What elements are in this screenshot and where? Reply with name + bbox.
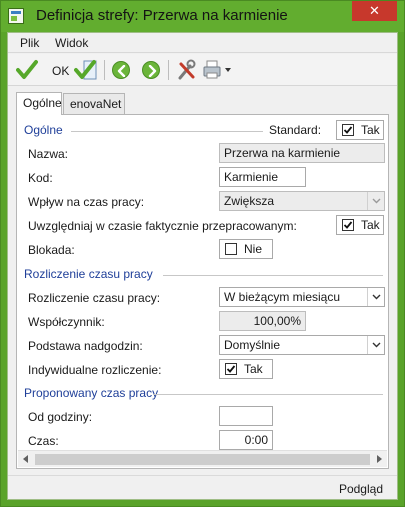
rozliczenie-select[interactable]: W bieżącym miesiącu <box>219 287 385 307</box>
app-window: Definicja strefy: Przerwa na karmienie ✕… <box>0 0 405 507</box>
status-bar: Podgląd <box>8 475 397 499</box>
back-arrow-icon <box>117 65 126 77</box>
blokada-label: Blokada: <box>28 243 75 257</box>
section-divider <box>71 131 263 132</box>
rozliczenie-label: Rozliczenie czasu pracy: <box>28 291 161 305</box>
check-document-icon <box>74 60 97 80</box>
scroll-left-icon[interactable] <box>23 455 29 463</box>
kod-label: Kod: <box>28 171 53 185</box>
scroll-right-icon[interactable] <box>376 455 382 463</box>
menu-bar: Plik Widok <box>8 33 397 53</box>
standard-checkbox[interactable]: Tak <box>336 120 384 140</box>
close-button[interactable]: ✕ <box>352 1 397 21</box>
section-divider <box>153 394 383 395</box>
checkbox-box <box>225 243 237 255</box>
wplyw-label: Wpływ na czas pracy: <box>28 195 145 209</box>
section-divider <box>163 275 383 276</box>
nazwa-label: Nazwa: <box>28 147 69 161</box>
nazwa-field[interactable]: Przerwa na karmienie <box>219 143 385 163</box>
status-preview[interactable]: Podgląd <box>339 482 383 496</box>
checkbox-box <box>342 219 354 231</box>
title-bar[interactable]: Definicja strefy: Przerwa na karmienie ✕ <box>1 1 404 32</box>
forward-arrow-icon <box>148 65 157 77</box>
podstawa-select[interactable]: Domyślnie <box>219 335 385 355</box>
app-window-icon[interactable] <box>8 8 24 24</box>
checkbox-box <box>342 124 354 136</box>
kod-field[interactable]: Karmienie <box>219 167 306 187</box>
print-button[interactable] <box>202 58 234 82</box>
blokada-checkbox[interactable]: Nie <box>219 239 273 259</box>
forward-button[interactable] <box>142 61 160 79</box>
chevron-down-icon[interactable] <box>367 336 384 354</box>
chevron-down-icon[interactable] <box>367 288 384 306</box>
chevron-down-icon[interactable] <box>367 192 384 210</box>
save-close-button[interactable] <box>74 58 98 82</box>
green-check-icon <box>16 60 38 79</box>
czas-label: Czas: <box>28 434 59 448</box>
tab-ogolne[interactable]: Ogólne <box>16 92 62 115</box>
od-godziny-label: Od godziny: <box>28 410 93 424</box>
check-mark-icon <box>343 126 353 134</box>
check-mark-icon <box>226 365 236 373</box>
czas-field[interactable]: 0:00 <box>219 430 273 450</box>
uwzgledniaj-label: Uwzględniaj w czasie faktycznie przeprac… <box>28 219 297 233</box>
od-godziny-field[interactable] <box>219 406 273 426</box>
menu-plik[interactable]: Plik <box>20 36 39 50</box>
menu-widok[interactable]: Widok <box>55 36 88 50</box>
back-button[interactable] <box>112 61 130 79</box>
indywidualne-checkbox[interactable]: Tak <box>219 359 273 379</box>
check-mark-icon <box>343 221 353 229</box>
standard-label: Standard: <box>269 123 322 137</box>
wplyw-select[interactable]: Zwiększa <box>219 191 385 211</box>
section-title-general: Ogólne <box>24 123 63 137</box>
printer-icon <box>203 60 231 79</box>
ok-button[interactable] <box>16 58 38 82</box>
indywidualne-label: Indywidualne rozliczenie: <box>28 363 162 377</box>
tools-button[interactable] <box>176 58 198 82</box>
section-title-proposed: Proponowany czas pracy <box>24 386 159 400</box>
toolbar: OK <box>8 54 397 86</box>
podstawa-label: Podstawa nadgodzin: <box>28 339 143 353</box>
scrollbar-thumb[interactable] <box>35 454 370 465</box>
tools-icon <box>178 59 196 80</box>
checkbox-box <box>225 363 237 375</box>
horizontal-scrollbar[interactable] <box>18 450 387 467</box>
section-title-settlement: Rozliczenie czasu pracy <box>24 267 153 281</box>
toolbar-separator <box>168 60 169 80</box>
tab-panel-ogolne: Ogólne Standard: Tak Nazwa: Przerwa na k… <box>16 114 389 469</box>
tab-enovanet[interactable]: enovaNet <box>63 93 125 115</box>
toolbar-separator <box>104 60 105 80</box>
wspolczynnik-field[interactable]: 100,00% <box>219 311 306 331</box>
wspolczynnik-label: Współczynnik: <box>28 315 105 329</box>
ok-label[interactable]: OK <box>52 64 69 78</box>
window-title: Definicja strefy: Przerwa na karmienie <box>36 7 288 24</box>
uwzgledniaj-checkbox[interactable]: Tak <box>336 215 384 235</box>
window-client: Plik Widok OK Ogólne enovaNet Ogólne Sta… <box>7 32 398 500</box>
